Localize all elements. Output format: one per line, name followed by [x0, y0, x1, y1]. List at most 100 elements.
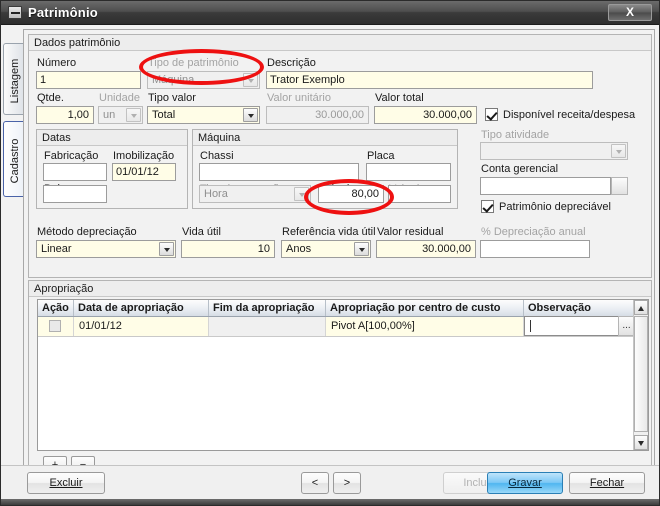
grid-column-acao[interactable]: Ação	[38, 300, 74, 316]
valor-km-input[interactable]	[388, 185, 451, 203]
conta-gerencial-input[interactable]	[480, 177, 611, 195]
fabricacao-label: Fabricação	[44, 150, 99, 162]
group-dados-patrimonio-caption: Dados patrimônio	[29, 35, 651, 51]
qtde-input[interactable]: 1,00	[36, 106, 94, 124]
imobilizacao-label: Imobilização	[113, 150, 175, 162]
scroll-up-button[interactable]	[634, 300, 648, 315]
grid-cell-data[interactable]: 01/01/12	[74, 317, 209, 336]
group-datas: Datas Fabricação Imobilização 01/01/12 B…	[36, 129, 188, 209]
patrimonio-depreciavel-label: Patrimônio depreciável	[499, 201, 611, 213]
window-bottom-edge	[1, 499, 659, 505]
window-titlebar: Patrimônio X	[1, 1, 659, 25]
group-dados-patrimonio: Dados patrimônio Número 1 Tipo de patrim…	[28, 34, 652, 278]
valor-residual-input[interactable]: 30.000,00	[376, 240, 476, 258]
valor-unitario-label: Valor unitário	[267, 92, 331, 104]
vertical-tabstrip: Listagem Cadastro	[3, 29, 23, 469]
footer-toolbar: Excluir < > Incluir Gravar Fechar	[1, 465, 659, 499]
tipo-valor-combo[interactable]: Total	[147, 106, 260, 124]
minimize-box-icon	[8, 6, 22, 19]
valor-total-input[interactable]: 30.000,00	[374, 106, 477, 124]
conta-gerencial-lookup-button[interactable]	[611, 177, 628, 195]
chevron-down-icon[interactable]	[243, 73, 258, 87]
tipo-patrimonio-combo[interactable]: Máquina	[147, 71, 260, 89]
gravar-button[interactable]: Gravar	[487, 472, 563, 494]
apropriacao-grid: Ação Data de apropriação Fim da apropria…	[37, 299, 649, 451]
window-title: Patrimônio	[28, 5, 98, 20]
chevron-down-icon[interactable]	[354, 242, 369, 256]
tipo-atividade-label: Tipo atividade	[481, 129, 550, 141]
metodo-depreciacao-combo[interactable]: Linear	[36, 240, 176, 258]
chevron-down-icon[interactable]	[159, 242, 174, 256]
perc-depreciacao-anual-input[interactable]	[480, 240, 590, 258]
chevron-down-icon	[611, 144, 626, 158]
grid-cell-fim[interactable]	[209, 317, 326, 336]
imobilizacao-input[interactable]: 01/01/12	[112, 163, 176, 181]
row-select-checkbox[interactable]	[49, 320, 61, 332]
prev-button[interactable]: <	[301, 472, 329, 494]
placa-label: Placa	[367, 150, 395, 162]
chevron-down-icon[interactable]	[126, 108, 141, 122]
group-maquina: Máquina Chassi Placa Tipo de apuração Ho…	[192, 129, 458, 209]
group-maquina-caption: Máquina	[193, 130, 457, 146]
tipo-patrimonio-value: Máquina	[152, 74, 195, 86]
perc-depreciacao-anual-label: % Depreciação anual	[481, 226, 586, 238]
scroll-down-button[interactable]	[634, 435, 648, 450]
window-client-area: Listagem Cadastro Dados patrimônio Númer…	[1, 25, 659, 505]
triangle-down-icon	[638, 441, 644, 446]
fechar-button-label: Fechar	[589, 477, 625, 489]
tipo-atividade-combo	[480, 142, 628, 160]
grid-column-data[interactable]: Data de apropriação	[74, 300, 209, 316]
vida-util-label: Vida útil	[182, 226, 221, 238]
fabricacao-input[interactable]	[43, 163, 107, 181]
table-row[interactable]: 01/01/12 Pivot A[100,00%] ...	[38, 316, 648, 337]
grid-column-centro-custo[interactable]: Apropriação por centro de custo	[326, 300, 524, 316]
valor-residual-label: Valor residual	[377, 226, 444, 238]
descricao-label: Descrição	[267, 57, 316, 69]
descricao-input[interactable]: Trator Exemplo	[266, 71, 593, 89]
patrimonio-depreciavel-checkbox[interactable]	[481, 200, 494, 213]
gravar-button-label: Gravar	[508, 477, 542, 489]
disponivel-receita-checkbox[interactable]	[485, 108, 498, 121]
sidebar-tab-listagem[interactable]: Listagem	[3, 43, 23, 115]
vida-util-input[interactable]: 10	[181, 240, 275, 258]
next-button[interactable]: >	[333, 472, 361, 494]
referencia-vida-util-value: Anos	[286, 243, 312, 255]
tipo-valor-label: Tipo valor	[148, 92, 196, 104]
referencia-vida-util-combo[interactable]: Anos	[281, 240, 371, 258]
grid-header-row: Ação Data de apropriação Fim da apropria…	[38, 300, 648, 317]
placa-input[interactable]	[366, 163, 451, 181]
qtde-label: Qtde.	[37, 92, 64, 104]
excluir-button[interactable]: Excluir	[27, 472, 105, 494]
metodo-depreciacao-value: Linear	[41, 243, 72, 255]
sidebar-tab-cadastro[interactable]: Cadastro	[3, 121, 23, 197]
unidade-combo[interactable]: un	[98, 106, 143, 124]
numero-input[interactable]: 1	[36, 71, 141, 89]
valor-hora-input[interactable]: 80,00	[318, 185, 384, 203]
numero-label: Número	[37, 57, 77, 69]
metodo-depreciacao-label: Método depreciação	[37, 226, 137, 238]
cadastro-panel: Dados patrimônio Número 1 Tipo de patrim…	[23, 29, 655, 475]
tipo-apuracao-value: Hora	[204, 188, 228, 200]
chevron-down-icon	[294, 187, 309, 201]
sidebar-tab-listagem-label: Listagem	[9, 58, 21, 104]
disponivel-receita-label: Disponível receita/despesa	[503, 109, 636, 121]
fechar-button[interactable]: Fechar	[569, 472, 645, 494]
close-button[interactable]: X	[608, 4, 652, 21]
grid-vertical-scrollbar[interactable]	[633, 300, 648, 450]
chassi-label: Chassi	[200, 150, 234, 162]
scrollbar-thumb[interactable]	[634, 316, 648, 432]
chassi-input[interactable]	[199, 163, 359, 181]
sidebar-tab-cadastro-label: Cadastro	[9, 138, 21, 184]
grid-column-fim[interactable]: Fim da apropriação	[209, 300, 326, 316]
group-datas-caption: Datas	[37, 130, 187, 146]
patrimonio-window: Patrimônio X Listagem Cadastro Dados pat…	[0, 0, 660, 506]
grid-cell-acao[interactable]	[38, 317, 74, 336]
valor-unitario-input: 30.000,00	[266, 106, 369, 124]
triangle-up-icon	[638, 306, 644, 311]
grid-column-observacao[interactable]: Observação	[524, 300, 635, 316]
tipo-patrimonio-label: Tipo de patrimônio	[148, 57, 239, 69]
grid-cell-centro-custo[interactable]: Pivot A[100,00%]	[326, 317, 524, 336]
tipo-apuracao-combo: Hora	[199, 185, 311, 203]
chevron-down-icon[interactable]	[243, 108, 258, 122]
baixa-input[interactable]	[43, 185, 107, 203]
